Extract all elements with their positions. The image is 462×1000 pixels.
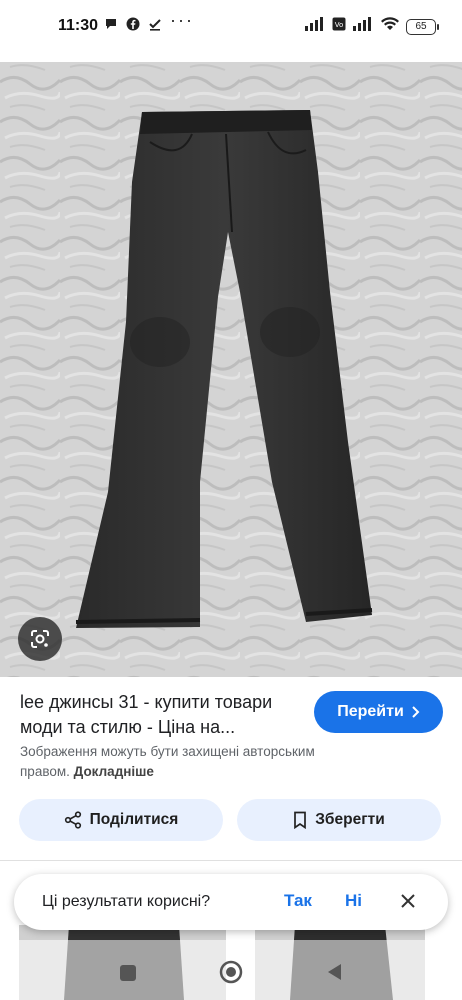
google-lens-icon xyxy=(31,630,49,648)
divider xyxy=(0,860,462,861)
chevron-right-icon xyxy=(412,706,420,718)
wifi-icon xyxy=(380,17,400,36)
recents-button[interactable] xyxy=(120,965,136,981)
notification-icons xyxy=(103,16,163,32)
status-time: 11:30 xyxy=(58,17,99,34)
share-button[interactable]: Поділитися xyxy=(19,799,223,841)
signal-2-icon xyxy=(352,17,374,36)
signal-icon xyxy=(304,17,326,36)
more-notifications-icon: ··· xyxy=(170,10,194,30)
facebook-icon xyxy=(125,16,141,32)
status-bar: 11:30 ··· Vo 65 xyxy=(0,0,462,56)
share-icon xyxy=(64,811,81,829)
back-button[interactable] xyxy=(325,962,343,982)
jeans-photo xyxy=(0,62,462,677)
download-done-icon xyxy=(147,16,163,32)
system-icons: Vo 65 xyxy=(304,17,439,36)
feedback-yes-button[interactable]: Так xyxy=(284,891,312,911)
feedback-card: Ці результати корисні? Так Ні xyxy=(14,874,448,930)
message-icon xyxy=(103,16,119,32)
visit-button[interactable]: Перейти xyxy=(314,691,443,733)
save-label: Зберегти xyxy=(315,811,385,828)
result-image[interactable] xyxy=(0,62,462,677)
feedback-no-button[interactable]: Ні xyxy=(345,891,362,911)
learn-more-link[interactable]: Докладніше xyxy=(74,764,154,779)
save-button[interactable]: Зберегти xyxy=(237,799,441,841)
svg-text:Vo: Vo xyxy=(335,21,344,29)
google-lens-button[interactable] xyxy=(18,617,62,661)
visit-label: Перейти xyxy=(337,703,404,720)
copyright-text: Зображення можуть бути захищені авторськ… xyxy=(20,744,315,779)
home-button[interactable] xyxy=(219,960,243,984)
share-label: Поділитися xyxy=(89,811,179,828)
battery-icon: 65 xyxy=(406,18,439,35)
feedback-question: Ці результати корисні? xyxy=(42,893,211,910)
bookmark-icon xyxy=(294,811,307,829)
volte-icon: Vo xyxy=(332,17,346,36)
close-icon xyxy=(401,894,415,908)
close-button[interactable] xyxy=(397,890,419,912)
copyright-notice: Зображення можуть бути захищені авторськ… xyxy=(20,742,360,782)
result-title[interactable]: lee джинсы 31 - купити товари моди та ст… xyxy=(20,690,300,740)
